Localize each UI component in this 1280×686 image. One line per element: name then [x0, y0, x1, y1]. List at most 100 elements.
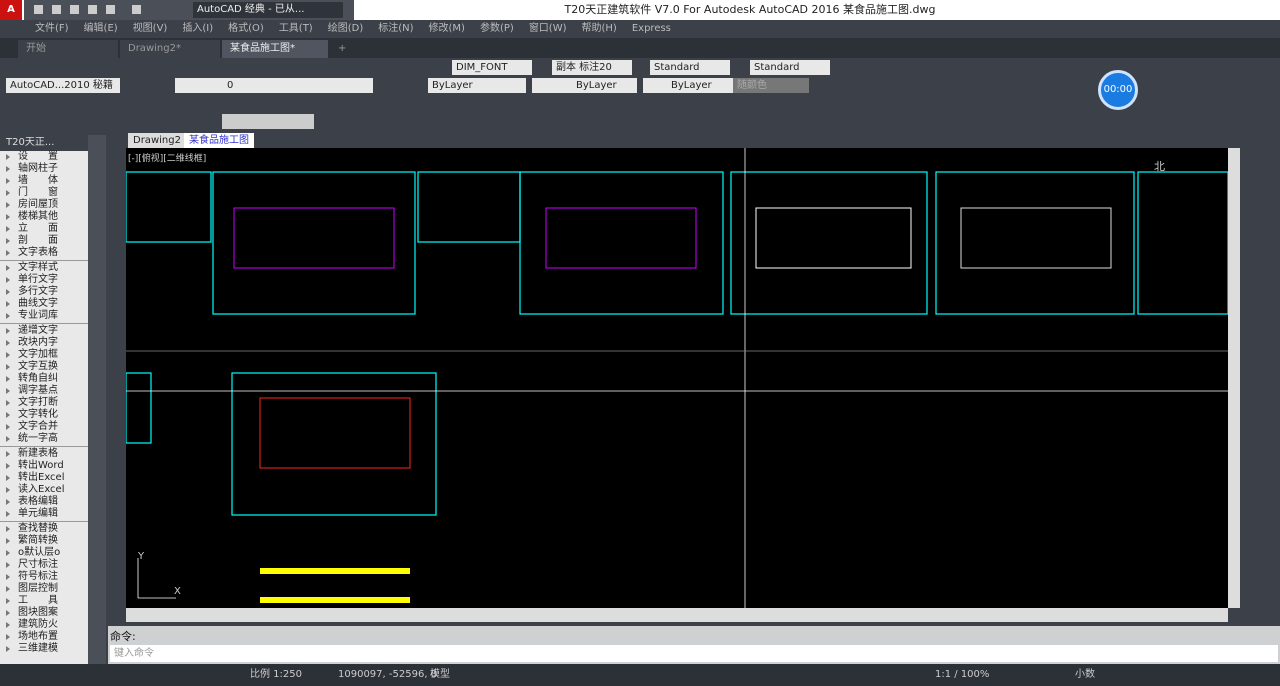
- palette-item[interactable]: 文字转化: [0, 409, 88, 421]
- layers-toolbar: AutoCAD...2010 秘籍 0 ByLayer ByLayer ByLa…: [0, 77, 1280, 95]
- units-button[interactable]: 小数: [1075, 664, 1095, 686]
- print-icon[interactable]: [106, 5, 115, 14]
- menu-format[interactable]: 格式(O): [228, 20, 264, 38]
- palette-item[interactable]: 立 面: [0, 223, 88, 235]
- workspace-dropdown[interactable]: AutoCAD 经典 - 已从...: [193, 2, 343, 18]
- palette-item[interactable]: 楼梯其他: [0, 211, 88, 223]
- vertical-scrollbar[interactable]: [1228, 148, 1240, 608]
- palette-item[interactable]: 改块内字: [0, 337, 88, 349]
- tab-start[interactable]: 开始: [18, 40, 118, 58]
- model-button[interactable]: 模型: [430, 664, 450, 686]
- sheet-2: [519, 171, 724, 315]
- menu-help[interactable]: 帮助(H): [582, 20, 617, 38]
- sheet-5: [1137, 171, 1228, 315]
- command-input[interactable]: 键入命令: [110, 645, 1278, 662]
- menu-tools[interactable]: 工具(T): [279, 20, 313, 38]
- autocad-logo[interactable]: A: [0, 0, 22, 20]
- menu-insert[interactable]: 插入(I): [182, 20, 213, 38]
- palette-item[interactable]: 房间屋顶: [0, 199, 88, 211]
- command-line: 命令: 键入命令: [108, 626, 1280, 664]
- open-icon[interactable]: [52, 5, 61, 14]
- palette-item[interactable]: 三维建模: [0, 643, 88, 655]
- palette-item[interactable]: 文字打断: [0, 397, 88, 409]
- palette-item[interactable]: 图层控制: [0, 583, 88, 595]
- table-style-dropdown[interactable]: Standard: [650, 60, 730, 75]
- drawing-canvas[interactable]: [-][俯视][二维线框] 北 Y X: [126, 148, 1228, 608]
- timer-badge[interactable]: 00:00: [1098, 70, 1138, 110]
- palette-item[interactable]: 统一字高: [0, 433, 88, 445]
- viewcube-compass[interactable]: 北: [1154, 158, 1165, 174]
- palette-item[interactable]: 繁简转换: [0, 535, 88, 547]
- menu-express[interactable]: Express: [632, 20, 671, 38]
- palette-item[interactable]: 图块图案: [0, 607, 88, 619]
- palette-item[interactable]: 多行文字: [0, 286, 88, 298]
- save-icon[interactable]: [70, 5, 79, 14]
- multileader-style-dropdown[interactable]: Standard: [750, 60, 830, 75]
- color-dropdown[interactable]: ByLayer: [428, 78, 526, 93]
- palette-item[interactable]: 轴网柱子: [0, 163, 88, 175]
- viewport-tab-food-plant[interactable]: 某食品施工图: [184, 133, 254, 148]
- palette-item[interactable]: 文字合并: [0, 421, 88, 433]
- palette-item[interactable]: 专业词库: [0, 310, 88, 322]
- menu-window[interactable]: 窗口(W): [529, 20, 567, 38]
- palette-item[interactable]: 单行文字: [0, 274, 88, 286]
- palette-item[interactable]: 场地布置: [0, 631, 88, 643]
- palette-item[interactable]: 剖 面: [0, 235, 88, 247]
- tab-drawing2[interactable]: Drawing2*: [120, 40, 220, 58]
- palette-item[interactable]: 文字互换: [0, 361, 88, 373]
- ucs-y-label: Y: [138, 551, 145, 562]
- palette-item[interactable]: 文字样式: [0, 262, 88, 274]
- menu-view[interactable]: 视图(V): [133, 20, 168, 38]
- linetype-dropdown[interactable]: ByLayer: [532, 78, 637, 93]
- tab-food-plant[interactable]: 某食品施工图*: [222, 40, 328, 58]
- plotstyle-dropdown[interactable]: 随颜色: [733, 78, 809, 93]
- horizontal-scrollbar[interactable]: [126, 608, 1228, 622]
- undo-icon[interactable]: [132, 5, 141, 14]
- menu-edit[interactable]: 编辑(E): [84, 20, 118, 38]
- palette-item[interactable]: 门 窗: [0, 187, 88, 199]
- palette-item[interactable]: 文字表格: [0, 247, 88, 259]
- tianzheng-input[interactable]: [222, 114, 314, 129]
- palette-item[interactable]: 墙 体: [0, 175, 88, 187]
- menu-modify[interactable]: 修改(M): [429, 20, 465, 38]
- palette-item[interactable]: 转出Excel: [0, 472, 88, 484]
- palette-item[interactable]: 设 置: [0, 151, 88, 163]
- text-style-dropdown[interactable]: DIM_FONT: [452, 60, 532, 75]
- viewport-tab-drawing2[interactable]: Drawing2: [128, 133, 186, 148]
- palette-item[interactable]: 新建表格: [0, 448, 88, 460]
- tianzheng-palette: T20天正... 设 置轴网柱子墙 体门 窗房间屋顶 楼梯其他立 面剖 面文字表格…: [0, 135, 88, 665]
- palette-item[interactable]: 调字基点: [0, 385, 88, 397]
- sheet-4: [935, 171, 1135, 315]
- new-icon[interactable]: [34, 5, 43, 14]
- saveas-icon[interactable]: [88, 5, 97, 14]
- palette-item[interactable]: 文字加框: [0, 349, 88, 361]
- palette-item[interactable]: 建筑防火: [0, 619, 88, 631]
- dim-style-dropdown[interactable]: 副本 标注20: [552, 60, 632, 75]
- palette-item[interactable]: 转出Word: [0, 460, 88, 472]
- lineweight-dropdown[interactable]: ByLayer: [643, 78, 739, 93]
- annotation-scale[interactable]: 1:1 / 100%: [935, 664, 989, 686]
- palette-item[interactable]: 查找替换: [0, 523, 88, 535]
- sheet-1: [212, 171, 416, 315]
- palette-item[interactable]: 符号标注: [0, 571, 88, 583]
- document-tabs: 开始 Drawing2* 某食品施工图* +: [0, 38, 1280, 58]
- scale-indicator[interactable]: 比例 1:250: [250, 664, 302, 686]
- palette-item[interactable]: 递增文字: [0, 325, 88, 337]
- menu-draw[interactable]: 绘图(D): [328, 20, 364, 38]
- palette-item[interactable]: 尺寸标注: [0, 559, 88, 571]
- palette-item[interactable]: 曲线文字: [0, 298, 88, 310]
- viewport-tabs: Drawing2 某食品施工图: [126, 133, 1228, 148]
- layer-dropdown[interactable]: 0: [175, 78, 373, 93]
- palette-item[interactable]: 表格编辑: [0, 496, 88, 508]
- new-tab-button[interactable]: +: [330, 40, 350, 58]
- palette-item[interactable]: 单元编辑: [0, 508, 88, 520]
- palette-item[interactable]: 转角自纠: [0, 373, 88, 385]
- workspace-select[interactable]: AutoCAD...2010 秘籍: [6, 78, 120, 93]
- palette-item[interactable]: o默认层o: [0, 547, 88, 559]
- menu-parameter[interactable]: 参数(P): [480, 20, 514, 38]
- palette-item[interactable]: 读入Excel: [0, 484, 88, 496]
- menu-dimension[interactable]: 标注(N): [378, 20, 413, 38]
- menu-file[interactable]: 文件(F): [35, 20, 69, 38]
- sheet-3: [730, 171, 928, 315]
- palette-item[interactable]: 工 具: [0, 595, 88, 607]
